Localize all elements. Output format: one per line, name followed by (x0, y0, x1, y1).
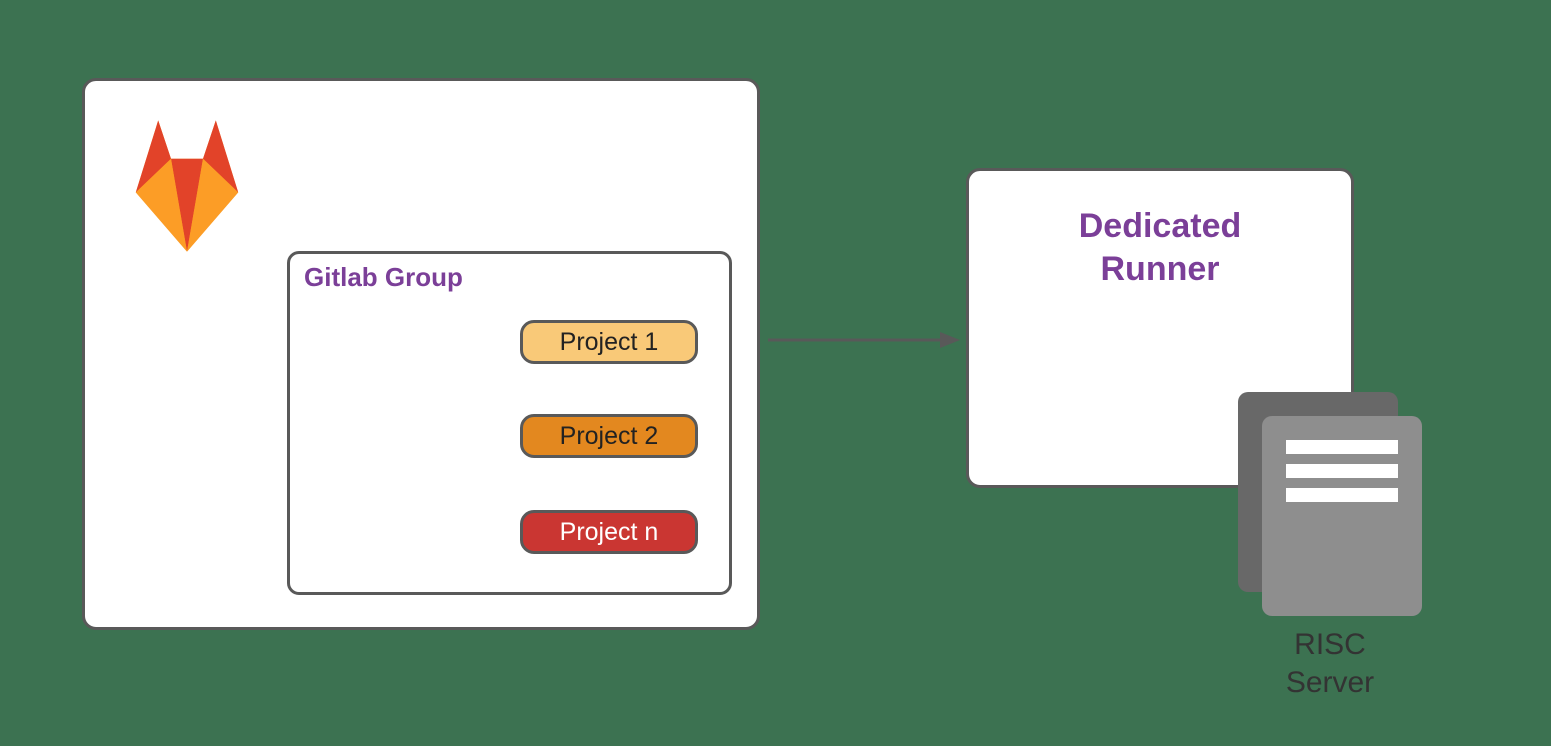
gitlab-group-box: Gitlab Group Project 1 Project 2 Project… (287, 251, 732, 595)
server-label-line2: Server (1286, 666, 1374, 699)
project-n-chip: Project n (520, 510, 698, 554)
gitlab-group-title: Gitlab Group (304, 262, 463, 293)
project-1-label: Project 1 (560, 328, 659, 357)
runner-title-line2: Runner (1101, 250, 1220, 288)
project-1-chip: Project 1 (520, 320, 698, 364)
arrow-icon (764, 320, 960, 360)
server-label-line1: RISC (1294, 628, 1366, 661)
gitlab-container: Gitlab Group Project 1 Project 2 Project… (82, 78, 760, 630)
dedicated-runner-title: Dedicated Runner (969, 205, 1351, 290)
project-2-chip: Project 2 (520, 414, 698, 458)
project-n-label: Project n (560, 518, 659, 547)
gitlab-logo-icon (107, 103, 267, 253)
server-label: RISC Server (1238, 626, 1422, 701)
project-2-label: Project 2 (560, 422, 659, 451)
runner-title-line1: Dedicated (1079, 207, 1242, 245)
server-icon (1238, 392, 1422, 620)
